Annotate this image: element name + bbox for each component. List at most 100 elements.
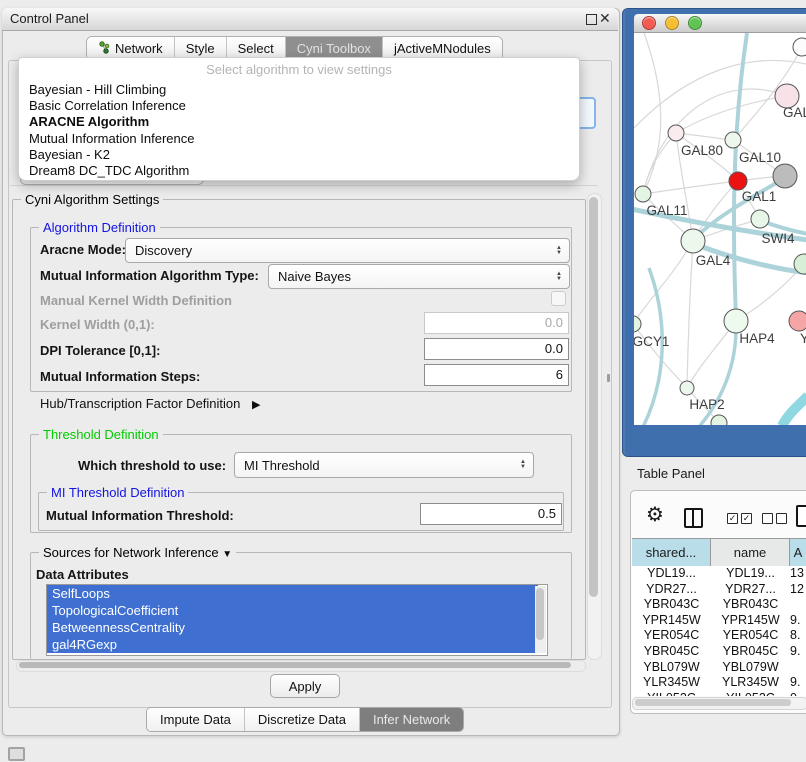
table-cell: YLR345W	[711, 675, 790, 691]
group-title: Cyni Algorithm Settings	[21, 192, 163, 207]
apply-button[interactable]: Apply	[270, 674, 340, 698]
column-header-shared-name[interactable]: shared...	[632, 539, 711, 566]
table-cell: YER054C	[632, 628, 711, 644]
manual-kernel-width-checkbox[interactable]	[551, 291, 566, 306]
data-attributes-label: Data Attributes	[36, 567, 129, 582]
algorithm-option[interactable]: Bayesian - K2	[19, 147, 579, 163]
network-node[interactable]	[635, 186, 651, 202]
docked-panel-icon[interactable]	[8, 747, 25, 761]
which-threshold-label: Which threshold to use:	[78, 458, 226, 473]
gear-icon[interactable]: ⚙	[646, 504, 664, 526]
table-row[interactable]: YPR145WYPR145W9.	[632, 613, 806, 629]
node-label: HAP2	[689, 397, 724, 412]
dpi-tolerance-input[interactable]: 0.0	[424, 338, 569, 360]
which-threshold-select[interactable]: MI Threshold ▲▼	[234, 452, 534, 478]
tab-impute-data[interactable]: Impute Data	[147, 708, 244, 731]
table-horizontal-scrollbar[interactable]	[632, 697, 806, 710]
node-label: GAL11	[646, 203, 687, 218]
table-cell: YBR045C	[632, 644, 711, 660]
table-row[interactable]: YDR27...YDR27...12	[632, 582, 806, 598]
document-icon[interactable]	[796, 505, 806, 527]
sources-group-title[interactable]: Sources for Network Inference ▼	[39, 545, 236, 560]
select-all-checks-icon[interactable]: ✓✓	[727, 513, 752, 524]
data-attributes-list[interactable]: SelfLoopsTopologicalCoefficientBetweenne…	[46, 584, 548, 656]
close-traffic-light[interactable]	[642, 16, 656, 30]
network-node[interactable]	[773, 164, 797, 188]
column-header-partial[interactable]: A	[790, 539, 806, 566]
list-scrollbar[interactable]	[535, 586, 546, 653]
group-title: Algorithm Definition	[39, 220, 160, 235]
network-window-titlebar[interactable]	[634, 14, 806, 33]
settings-horizontal-scrollbar[interactable]	[16, 660, 586, 672]
manual-kernel-width-label: Manual Kernel Width Definition	[40, 293, 232, 308]
mi-algorithm-type-select[interactable]: Naive Bayes ▲▼	[268, 264, 570, 289]
kernel-width-label: Kernel Width (0,1):	[40, 317, 155, 332]
table-cell: 0	[790, 691, 806, 696]
network-node[interactable]	[789, 311, 806, 331]
tab-discretize-data[interactable]: Discretize Data	[244, 708, 359, 731]
table-cell: YDL19...	[632, 566, 711, 582]
group-title: MI Threshold Definition	[47, 485, 188, 500]
table-row[interactable]: YIL052CYIL052C0	[632, 691, 806, 696]
mi-steps-input[interactable]: 6	[424, 364, 569, 386]
network-node[interactable]	[668, 125, 684, 141]
control-panel-titlebar[interactable]	[2, 8, 618, 31]
combo-arrows-icon: ▲▼	[551, 272, 567, 282]
dpi-tolerance-label: DPI Tolerance [0,1]:	[40, 343, 160, 358]
table-cell: YER054C	[711, 628, 790, 644]
algorithm-option[interactable]: Mutual Information Inference	[19, 131, 579, 147]
table-cell: YDL19...	[711, 566, 790, 582]
aracne-mode-select[interactable]: Discovery ▲▼	[125, 238, 570, 263]
mi-threshold-input[interactable]: 0.5	[420, 503, 562, 525]
attribute-item[interactable]: SelfLoops	[47, 585, 538, 602]
tab-label: Network	[115, 41, 163, 56]
node-label: HAP4	[739, 331, 775, 346]
collapse-down-icon: ▼	[222, 549, 232, 560]
node-label: GCY1	[634, 334, 669, 349]
aracne-mode-label: Aracne Mode:	[40, 242, 126, 257]
network-node[interactable]	[680, 381, 694, 395]
table-cell: YDR27...	[632, 582, 711, 598]
columns-icon[interactable]	[684, 508, 703, 528]
deselect-all-checks-icon[interactable]	[762, 513, 787, 524]
splitter-handle[interactable]	[607, 374, 610, 382]
kernel-width-input[interactable]: 0.0	[424, 312, 569, 334]
combo-arrows-icon: ▲▼	[515, 460, 531, 470]
attribute-item[interactable]: BetweennessCentrality	[47, 619, 538, 636]
table-row[interactable]: YDL19...YDL19...13	[632, 566, 806, 582]
network-node[interactable]	[634, 316, 641, 332]
hub-definition-toggle[interactable]: Hub/Transcription Factor Definition ▶	[40, 396, 260, 411]
algorithm-option[interactable]: Bayesian - Hill Climbing	[19, 82, 579, 98]
mi-algorithm-type-label: Mutual Information Algorithm Type:	[40, 268, 259, 283]
table-row[interactable]: YLR345WYLR345W9.	[632, 675, 806, 691]
table-row[interactable]: YBR045CYBR045C9.	[632, 644, 806, 660]
algorithm-option[interactable]: Dream8 DC_TDC Algorithm	[19, 163, 579, 179]
table-row[interactable]: YBR043CYBR043C	[632, 597, 806, 613]
node-label: Y	[800, 331, 806, 346]
network-node[interactable]	[751, 210, 769, 228]
table-body[interactable]: YDL19...YDL19...13YDR27...YDR27...12YBR0…	[632, 566, 806, 696]
table-panel-title: Table Panel	[637, 466, 705, 481]
attribute-item[interactable]: TopologicalCoefficient	[47, 602, 538, 619]
float-window-icon[interactable]	[586, 14, 597, 25]
network-node[interactable]	[681, 229, 705, 253]
minimize-traffic-light[interactable]	[665, 16, 679, 30]
network-node[interactable]	[725, 132, 741, 148]
zoom-traffic-light[interactable]	[688, 16, 702, 30]
node-label: GAL	[783, 105, 806, 120]
node-label: SWI4	[761, 231, 794, 246]
close-icon[interactable]: ✕	[599, 10, 611, 26]
network-node[interactable]	[724, 309, 748, 333]
table-cell: 13	[790, 566, 806, 582]
network-node[interactable]	[729, 172, 747, 190]
tab-infer-network[interactable]: Infer Network	[359, 708, 463, 731]
network-canvas[interactable]: GALGAL80GAL10GAL1GAL11SWI4GAL4GCY1HAP4YH…	[634, 33, 806, 425]
algorithm-option[interactable]: ARACNE Algorithm	[19, 114, 579, 130]
table-row[interactable]: YER054CYER054C8.	[632, 628, 806, 644]
column-header-name[interactable]: name	[711, 539, 790, 566]
network-node[interactable]	[793, 38, 806, 56]
attribute-item[interactable]: gal4RGexp	[47, 636, 538, 653]
algorithm-option[interactable]: Basic Correlation Inference	[19, 98, 579, 114]
table-row[interactable]: YBL079WYBL079W	[632, 660, 806, 676]
settings-vertical-scrollbar[interactable]	[587, 193, 602, 660]
